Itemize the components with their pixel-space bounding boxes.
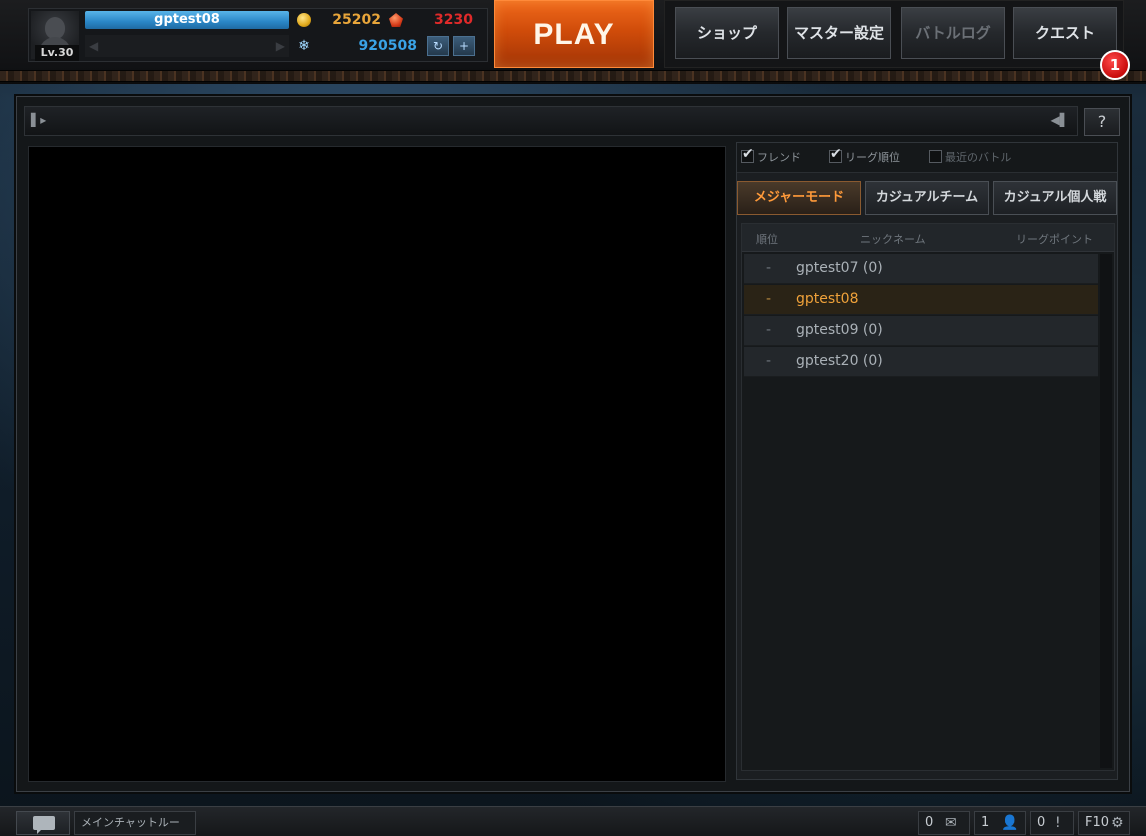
filter-friend[interactable]: ✔ フレンド (741, 146, 801, 166)
ornament-strip (0, 70, 1146, 82)
mail-icon: ✉ (945, 815, 957, 831)
tab-casual-team[interactable]: カジュアルチーム (865, 181, 989, 215)
check-icon: ✔ (830, 146, 842, 162)
table-row[interactable]: - gptest07 (0) (744, 254, 1098, 284)
alert-icon: ! (1055, 815, 1061, 831)
chevron-right-icon[interactable]: ▶ (276, 39, 285, 53)
gold-coin-icon (297, 13, 311, 27)
player-level: Lv.30 (35, 45, 79, 61)
gold-amount: 25202 (332, 12, 381, 28)
avatar-head (45, 17, 65, 39)
row-nickname: gptest09 (0) (796, 322, 883, 338)
friend-indicator[interactable]: 1 👤 (974, 811, 1026, 835)
person-icon: 👤 (1001, 815, 1019, 831)
chevron-left-icon[interactable]: ◀ (89, 39, 98, 53)
alert-indicator[interactable]: 0 ! (1030, 811, 1074, 835)
main-nav: ショップ マスター設定 バトルログ クエスト (664, 0, 1124, 68)
row-rank: - (766, 291, 772, 307)
master-settings-button[interactable]: マスター設定 (787, 7, 891, 59)
row-rank: - (766, 353, 772, 369)
row-nickname: gptest08 (796, 291, 859, 307)
chat-room-name[interactable]: メインチャットルー (74, 811, 196, 835)
gear-icon: ⚙ (1111, 815, 1124, 831)
bottom-bar: メインチャットルー 0 ✉ 1 👤 0 ! F10 ⚙ (0, 806, 1146, 836)
filter-friend-label: フレンド (757, 151, 801, 164)
header-rank: 順位 (756, 233, 778, 246)
header-nickname: ニックネーム (860, 233, 926, 246)
ranking-header: 順位 ニックネーム リーグポイント (742, 224, 1114, 252)
mail-indicator[interactable]: 0 ✉ (918, 811, 970, 835)
lobby-viewport (28, 146, 726, 782)
filter-recent[interactable]: 最近のバトル (929, 150, 1011, 166)
ranking-panel: ✔ フレンド ✔ リーグ順位 最近のバトル メジャーモード カジュアルチーム カジュ… (736, 142, 1118, 780)
avatar[interactable]: Lv.30 (31, 11, 79, 61)
settings-button[interactable]: F10 ⚙ (1078, 811, 1130, 835)
quest-notification-badge: 1 (1100, 50, 1130, 80)
battle-log-button[interactable]: バトルログ (901, 7, 1005, 59)
header-points: リーグポイント (1016, 233, 1093, 246)
player-name: gptest08 (85, 11, 289, 29)
add-currency-button[interactable]: + (453, 36, 475, 56)
recent-checkbox[interactable] (929, 150, 942, 163)
table-row[interactable]: - gptest20 (0) (744, 347, 1098, 377)
player-profile: Lv.30 gptest08 ◀ ▶ 25202 3230 ❄ 920508 ↻… (28, 8, 488, 62)
ranking-list: 順位 ニックネーム リーグポイント - gptest07 (0) - gptes… (741, 223, 1115, 771)
refresh-button[interactable]: ↻ (427, 36, 449, 56)
filter-recent-label: 最近のバトル (945, 151, 1012, 164)
chat-bubble-icon (33, 816, 55, 834)
ruby-amount: 3230 (434, 12, 473, 28)
league-checkbox[interactable]: ✔ (829, 146, 842, 163)
ruby-icon (389, 13, 403, 27)
tab-casual-solo[interactable]: カジュアル個人戦 (993, 181, 1117, 215)
row-rank: - (766, 322, 772, 338)
crystal-amount: 920508 (358, 38, 417, 54)
filter-bar: ✔ フレンド ✔ リーグ順位 最近のバトル (737, 143, 1117, 173)
plus-icon: + (458, 39, 470, 53)
settings-key: F10 (1085, 815, 1110, 830)
mail-count: 0 (925, 815, 934, 830)
crystal-icon: ❄ (298, 38, 310, 54)
quest-button[interactable]: クエスト (1013, 7, 1117, 59)
refresh-icon: ↻ (432, 39, 444, 53)
row-rank: - (766, 260, 772, 276)
shop-button[interactable]: ショップ (675, 7, 779, 59)
speaker-icon[interactable]: ◀▌ (1051, 113, 1069, 127)
table-row-self[interactable]: - gptest08 (744, 285, 1098, 315)
tab-major-mode[interactable]: メジャーモード (737, 181, 861, 215)
chat-toggle-button[interactable] (16, 811, 70, 835)
flag-icon: ▌▸ (31, 113, 47, 127)
ranking-scrollbar[interactable] (1100, 254, 1112, 768)
filter-league[interactable]: ✔ リーグ順位 (829, 146, 900, 166)
friend-count: 1 (981, 815, 990, 830)
filter-league-label: リーグ順位 (845, 151, 900, 164)
play-button[interactable]: PLAY (494, 0, 654, 68)
row-nickname: gptest07 (0) (796, 260, 883, 276)
alert-count: 0 (1037, 815, 1046, 830)
notice-strip: ▌▸ ◀▌ (24, 106, 1078, 136)
top-bar: Lv.30 gptest08 ◀ ▶ 25202 3230 ❄ 920508 ↻… (0, 0, 1146, 84)
friend-checkbox[interactable]: ✔ (741, 146, 754, 163)
check-icon: ✔ (742, 146, 754, 162)
title-selector[interactable]: ◀ ▶ (85, 35, 289, 57)
help-button[interactable]: ? (1084, 108, 1120, 136)
row-nickname: gptest20 (0) (796, 353, 883, 369)
table-row[interactable]: - gptest09 (0) (744, 316, 1098, 346)
